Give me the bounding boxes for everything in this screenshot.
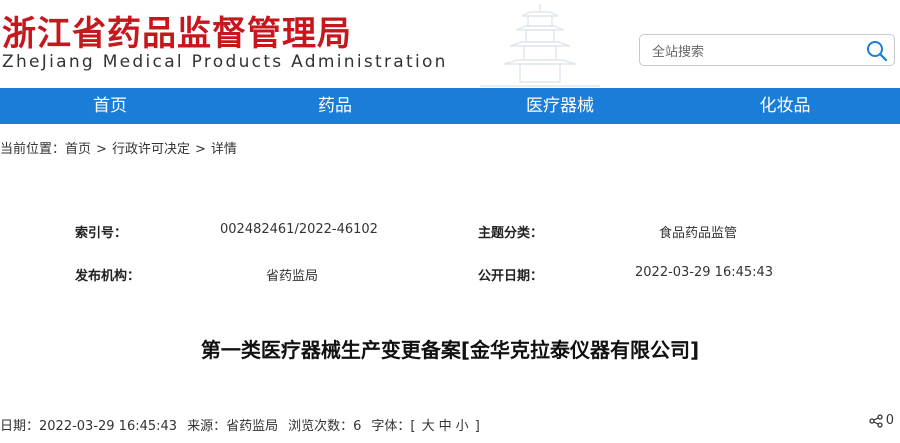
- font-size-medium[interactable]: 中: [439, 419, 452, 434]
- article-info-bar: 日期：2022-03-29 16:45:43 来源：省药监局 浏览次数：6 字体：[ …: [0, 415, 480, 434]
- breadcrumb-admin-license[interactable]: 行政许可决定: [112, 142, 190, 157]
- search-button[interactable]: [866, 40, 888, 62]
- nav-item-home[interactable]: 首页: [40, 88, 180, 124]
- publish-date-value: 2022-03-29 16:45:43: [635, 265, 774, 280]
- font-size-control: 字体：[ 大中小 ]: [371, 419, 479, 434]
- breadcrumb-home[interactable]: 首页: [65, 142, 91, 157]
- font-size-large[interactable]: 大: [422, 419, 435, 434]
- nav-item-cosmetics[interactable]: 化妆品: [715, 88, 855, 124]
- article-source: 来源：省药监局: [187, 419, 279, 434]
- article-date: 日期：2022-03-29 16:45:43: [0, 419, 178, 434]
- breadcrumb: 当前位置：首页 > 行政许可决定 > 详情: [0, 138, 237, 157]
- breadcrumb-current: 详情: [210, 142, 237, 157]
- font-size-close: ]: [474, 419, 480, 434]
- nav-item-medical-devices[interactable]: 医疗器械: [490, 88, 630, 124]
- category-value: 食品药品监管: [659, 226, 738, 241]
- publisher-label: 发布机构：: [75, 269, 141, 284]
- nav-item-drugs[interactable]: 药品: [265, 88, 405, 124]
- search-input[interactable]: [650, 41, 854, 63]
- font-size-small[interactable]: 小: [456, 419, 469, 434]
- search-box: [639, 34, 895, 66]
- share-button[interactable]: 0: [869, 413, 894, 428]
- share-icon: [869, 413, 883, 428]
- site-header: 浙江省药品监督管理局 ZheJiang Medical Products Adm…: [0, 0, 900, 88]
- category-label: 主题分类：: [478, 226, 544, 241]
- publish-date-label: 公开日期：: [478, 269, 544, 284]
- breadcrumb-separator: >: [96, 142, 107, 157]
- main-nav: 首页 药品 医疗器械 化妆品: [0, 88, 900, 124]
- publisher-value: 省药监局: [266, 269, 319, 284]
- share-count: 0: [885, 413, 894, 428]
- document-title: 第一类医疗器械生产变更备案[金华克拉泰仪器有限公司]: [200, 338, 700, 362]
- font-size-label: 字体：[: [371, 419, 416, 434]
- site-subtitle: ZheJiang Medical Products Administration: [2, 52, 448, 72]
- article-views: 浏览次数：6: [288, 419, 362, 434]
- pagoda-watermark-icon: [480, 4, 600, 87]
- site-title: 浙江省药品监督管理局: [2, 14, 352, 54]
- search-icon: [867, 41, 888, 62]
- index-label: 索引号：: [75, 226, 128, 241]
- breadcrumb-prefix: 当前位置：: [0, 142, 66, 157]
- index-value: 002482461/2022-46102: [220, 222, 378, 237]
- breadcrumb-separator: >: [194, 142, 206, 157]
